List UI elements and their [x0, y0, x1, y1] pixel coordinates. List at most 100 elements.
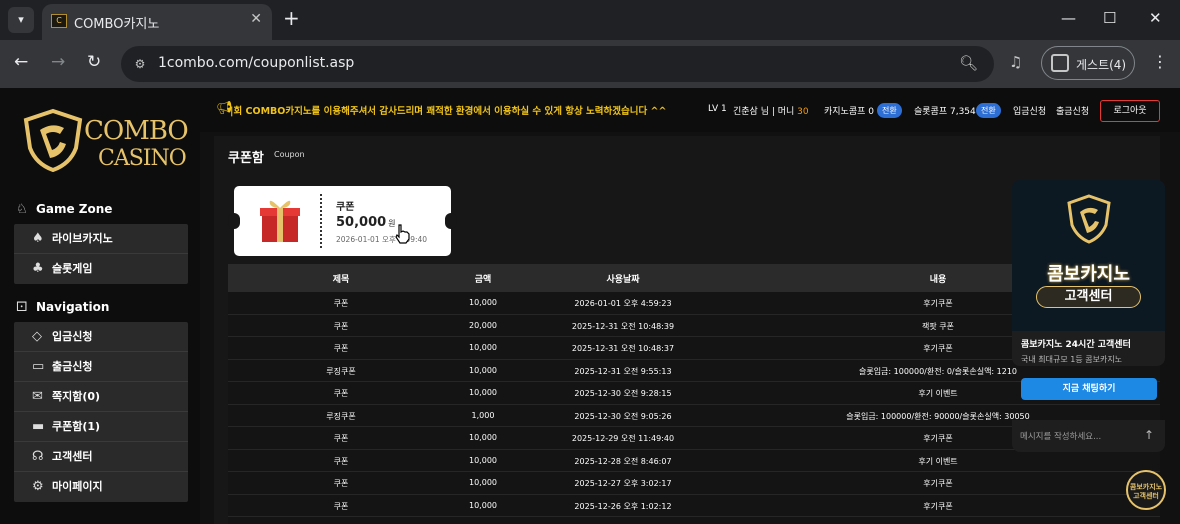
logout-button[interactable]: 로그아웃: [1100, 100, 1160, 122]
gamepad-icon: ♘: [16, 202, 28, 217]
zoom-icon[interactable]: 🔍︎: [959, 54, 978, 72]
notice-marquee: |회 COMBO카지노를 이용해주셔서 감사드리며 쾌적한 환경에서 이용하실 …: [230, 106, 667, 117]
table-cell: 쿠폰: [333, 434, 349, 443]
table-cell: 2025-12-29 오전 11:49:40: [571, 434, 675, 443]
sidebar-item-label: 입금신청: [52, 330, 93, 343]
table-cell: 쿠폰: [333, 389, 349, 398]
sidebar-item-withdraw[interactable]: ▭ 출금신청: [14, 352, 188, 382]
browser-toolbar: ← → ↻ ⚙ 1combo.com/couponlist.asp 🔍︎ ♫ 게…: [0, 40, 1180, 88]
mail-icon: ✉: [32, 389, 43, 404]
chat-brand-name: 콤보카지노: [1047, 264, 1130, 285]
tab-title: COMBO카지노: [74, 17, 160, 32]
table-cell: 2026-01-01 오후 4:59:23: [574, 299, 672, 308]
table-cell: 10,000: [469, 455, 497, 465]
profile-label: 게스트(4): [1076, 58, 1127, 72]
table-row: 쿠폰 10,000 2025-12-28 오전 8:46:07 후기 이벤트: [228, 450, 1160, 472]
headset-icon: ☊: [32, 449, 44, 464]
plus-icon[interactable]: +: [283, 6, 300, 30]
table-cell: 후기 이벤트: [918, 456, 958, 466]
game-zone-title: Game Zone: [36, 202, 113, 216]
coupon-amount-value: 50,000: [336, 215, 387, 230]
table-cell: 2025-12-31 오전 10:48:39: [571, 321, 675, 331]
url-text[interactable]: 1combo.com/couponlist.asp: [158, 55, 354, 71]
navigation-title: Navigation: [36, 300, 110, 314]
sidebar-item-support[interactable]: ☊ 고객센터: [14, 442, 188, 472]
slot-icon: ♣: [32, 261, 44, 276]
table-cell: 2025-12-28 오전 8:46:07: [574, 456, 672, 466]
table-cell: 2025-12-31 오전 9:55:13: [574, 366, 672, 376]
deposit-icon: ◇: [32, 329, 42, 344]
table-cell: 10,000: [469, 388, 497, 397]
column-header-date: 사용날짜: [606, 275, 640, 285]
card-notch-right: [445, 213, 457, 229]
coupon-card[interactable]: 쿠폰 50,000 원 2026-01-01 오후 4:59:40: [228, 186, 457, 256]
sidebar-item-slot[interactable]: ♣ 슬롯게임: [14, 254, 188, 284]
start-chat-button[interactable]: 지금 채팅하기: [1021, 378, 1157, 400]
logo-text-combo: COMBO: [84, 116, 189, 146]
send-arrow-icon[interactable]: ↑: [1144, 428, 1154, 442]
table-cell: 루징쿠폰: [326, 366, 356, 376]
user-name-money: 긴춘삼 님 | 머니 30: [733, 104, 809, 117]
table-cell: 쿠폰: [333, 344, 349, 353]
logo-text-casino: CASINO: [98, 146, 187, 171]
window-close-icon[interactable]: ✕: [1149, 9, 1162, 27]
tab-search-button[interactable]: ▾: [8, 7, 34, 33]
table-cell: 2025-12-30 오전 9:28:15: [574, 389, 672, 398]
browser-tab-bar: ▾ C COMBO카지노 ✕ + — ☐ ✕: [0, 0, 1180, 40]
profile-icon: [1051, 54, 1069, 72]
chat-subtitle: 국내 최대규모 1등 콤보카지노: [1021, 355, 1123, 364]
media-icon[interactable]: ♫: [1009, 53, 1022, 71]
kebab-icon[interactable]: ⋮: [1152, 52, 1168, 71]
profile-button[interactable]: 게스트(4): [1041, 46, 1135, 80]
sidebar-item-live-casino[interactable]: ♠ 라이브카지노: [14, 224, 188, 254]
chat-brand-support: 고객센터: [1036, 286, 1141, 308]
chat-input-box[interactable]: 메시지를 작성하세요... ↑: [1012, 420, 1165, 452]
support-badge[interactable]: 콤보카지노 고객센터: [1126, 470, 1166, 510]
table-cell: 쿠폰: [333, 501, 349, 511]
sidebar-item-label: 슬롯게임: [52, 262, 93, 275]
table-cell: 슬롯입금: 100000/환전: 0/슬롯손실액: 1210: [858, 366, 1018, 376]
site-logo[interactable]: COMBO CASINO: [22, 106, 189, 176]
chevron-down-icon: ▾: [18, 13, 24, 26]
sidebar-item-messages[interactable]: ✉ 쪽지함(0): [14, 382, 188, 412]
table-cell: 1,000: [471, 410, 495, 420]
slot-comp-convert-button[interactable]: 전환: [976, 103, 1001, 118]
navigation-menu: ◇ 입금신청 ▭ 출금신청 ✉ 쪽지함(0) ▬ 쿠폰함(1) ☊ 고객센터 ⚙ 마이페이지: [14, 322, 188, 502]
navigation-heading: ⚀ Navigation: [16, 300, 109, 315]
table-cell: 쿠폰: [333, 299, 349, 308]
address-bar[interactable]: ⚙ 1combo.com/couponlist.asp 🔍︎: [121, 46, 994, 82]
back-icon[interactable]: ←: [14, 52, 28, 72]
casino-comp-convert-button[interactable]: 전환: [877, 103, 902, 118]
table-cell: 10,000: [469, 478, 497, 487]
chat-input-placeholder[interactable]: 메시지를 작성하세요...: [1020, 430, 1101, 442]
support-badge-line1: 콤보카지노: [1129, 483, 1163, 491]
site-info-icon[interactable]: ⚙: [131, 55, 149, 73]
user-level: LV 1: [708, 104, 727, 114]
sidebar-item-deposit[interactable]: ◇ 입금신청: [14, 322, 188, 352]
header-withdraw-link[interactable]: 출금신청: [1056, 104, 1089, 117]
chat-title: 콤보카지노 24시간 고객센터: [1021, 340, 1131, 350]
sidebar-item-label: 라이브카지노: [52, 232, 113, 245]
table-cell: 후기쿠폰: [923, 501, 953, 511]
sidebar-item-label: 출금신청: [52, 360, 93, 373]
header-deposit-link[interactable]: 입금신청: [1013, 104, 1046, 117]
sidebar-item-label: 쪽지함(0): [52, 390, 101, 403]
sidebar-item-label: 쿠폰함(1): [52, 420, 101, 433]
top-header: 📢︎ |회 COMBO카지노를 이용해주셔서 감사드리며 쾌적한 환경에서 이용…: [200, 88, 1180, 132]
favicon-icon: C: [51, 14, 67, 28]
close-icon[interactable]: ✕: [250, 11, 262, 27]
chat-shield-icon: [1067, 194, 1111, 244]
sidebar-item-coupons[interactable]: ▬ 쿠폰함(1): [14, 412, 188, 442]
browser-tab[interactable]: C COMBO카지노 ✕: [42, 4, 272, 40]
minimize-icon[interactable]: —: [1061, 9, 1076, 27]
table-cell: 10,000: [469, 298, 497, 307]
maximize-icon[interactable]: ☐: [1103, 9, 1116, 27]
table-cell: 2025-12-31 오전 10:48:37: [571, 344, 675, 353]
reload-icon[interactable]: ↻: [87, 52, 101, 72]
forward-icon[interactable]: →: [51, 52, 65, 72]
logo-shield-icon: [23, 108, 83, 172]
sidebar-item-mypage[interactable]: ⚙ 마이페이지: [14, 472, 188, 502]
table-cell: 쿠폰: [333, 479, 349, 488]
table-cell: 후기쿠폰: [923, 479, 953, 488]
chat-banner: 콤보카지노 고객센터: [1012, 180, 1165, 331]
